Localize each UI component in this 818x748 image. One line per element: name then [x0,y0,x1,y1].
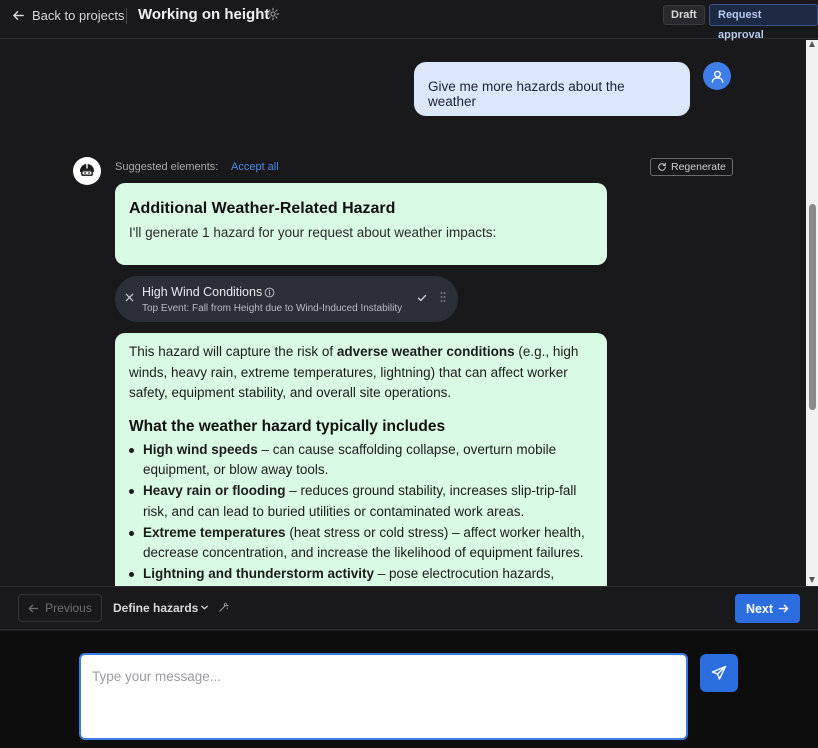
previous-button[interactable]: Previous [18,594,102,622]
suggested-elements-label: Suggested elements: [115,161,219,173]
detail-intro-pre: This hazard will capture the risk of [129,344,337,359]
detail-heading: What the weather hazard typically includ… [129,417,446,435]
arrow-left-icon [13,11,24,20]
send-icon [711,665,727,680]
intro-card-text: I'll generate 1 hazard for your request … [129,225,497,240]
header-divider [126,8,127,24]
list-item: Extreme temperatures (heat stress or col… [129,523,593,564]
list-item: Lightning and thunderstorm activity – po… [129,564,593,585]
detail-intro: This hazard will capture the risk of adv… [129,342,593,404]
step-navigation-bar: Previous Define hazards Next [0,586,818,630]
gear-icon[interactable] [266,7,280,21]
scroll-down-arrow[interactable] [809,577,815,583]
user-icon [711,70,723,83]
top-header: Back to projects Working on height Draft… [0,0,818,41]
back-to-projects-link[interactable]: Back to projects [12,8,125,23]
assistant-avatar [73,157,101,185]
previous-label: Previous [45,601,92,615]
next-button[interactable]: Next [735,594,800,623]
regenerate-button[interactable]: Regenerate [650,158,733,176]
hazard-list: High wind speeds – can cause scaffolding… [129,440,593,585]
info-icon[interactable] [264,287,275,298]
arrow-left-icon [28,604,39,612]
check-icon[interactable] [417,293,427,303]
user-message-bubble: Give me more hazards about the weather [414,62,690,116]
assistant-detail-card: This hazard will capture the risk of adv… [115,333,607,586]
hazard-top-event: Top Event: Fall from Height due to Wind-… [142,303,403,314]
magic-wand-icon[interactable] [218,602,229,613]
list-item-bold: High wind speeds [143,441,258,457]
back-label: Back to projects [32,8,125,23]
avatar [703,62,731,90]
scrollbar-thumb[interactable] [809,204,816,410]
list-item-text: – pose electrocution hazards, [374,566,555,581]
drag-handle-icon[interactable] [440,291,446,303]
message-composer [0,631,818,748]
intro-card-title: Additional Weather-Related Hazard [129,200,396,217]
regenerate-label: Regenerate [671,161,726,173]
next-label: Next [745,601,774,616]
hazard-suggestion-chip[interactable]: High Wind Conditions Top Event: Fall fro… [115,276,458,322]
refresh-icon [658,162,666,171]
accept-all-link[interactable]: Accept all [231,161,279,173]
list-item-bold: Extreme temperatures [143,524,286,540]
send-button[interactable] [700,654,738,692]
list-item-bold: Heavy rain or flooding [143,483,286,498]
list-item: High wind speeds – can cause scaffolding… [129,440,593,481]
list-item-bold: Lightning and thunderstorm activity [143,566,375,581]
chevron-down-icon[interactable] [200,603,209,612]
current-step-dropdown[interactable]: Define hazards [113,601,198,615]
page-title: Working on height [138,6,270,23]
close-icon[interactable] [125,293,134,302]
list-item: Heavy rain or flooding – reduces ground … [129,481,593,522]
arrow-right-icon [778,604,789,613]
status-badge: Draft [663,5,705,25]
assistant-intro-card: Additional Weather-Related Hazard I'll g… [115,183,607,265]
scroll-up-arrow[interactable] [809,41,815,47]
robot-icon [80,163,94,176]
detail-intro-bold: adverse weather conditions [336,344,515,359]
request-approval-button[interactable]: Request approval [709,4,818,41]
message-input[interactable] [79,653,688,740]
chat-scroll-area[interactable]: Give me more hazards about the weather S… [0,40,806,586]
hazard-name: High Wind Conditions [142,285,263,299]
